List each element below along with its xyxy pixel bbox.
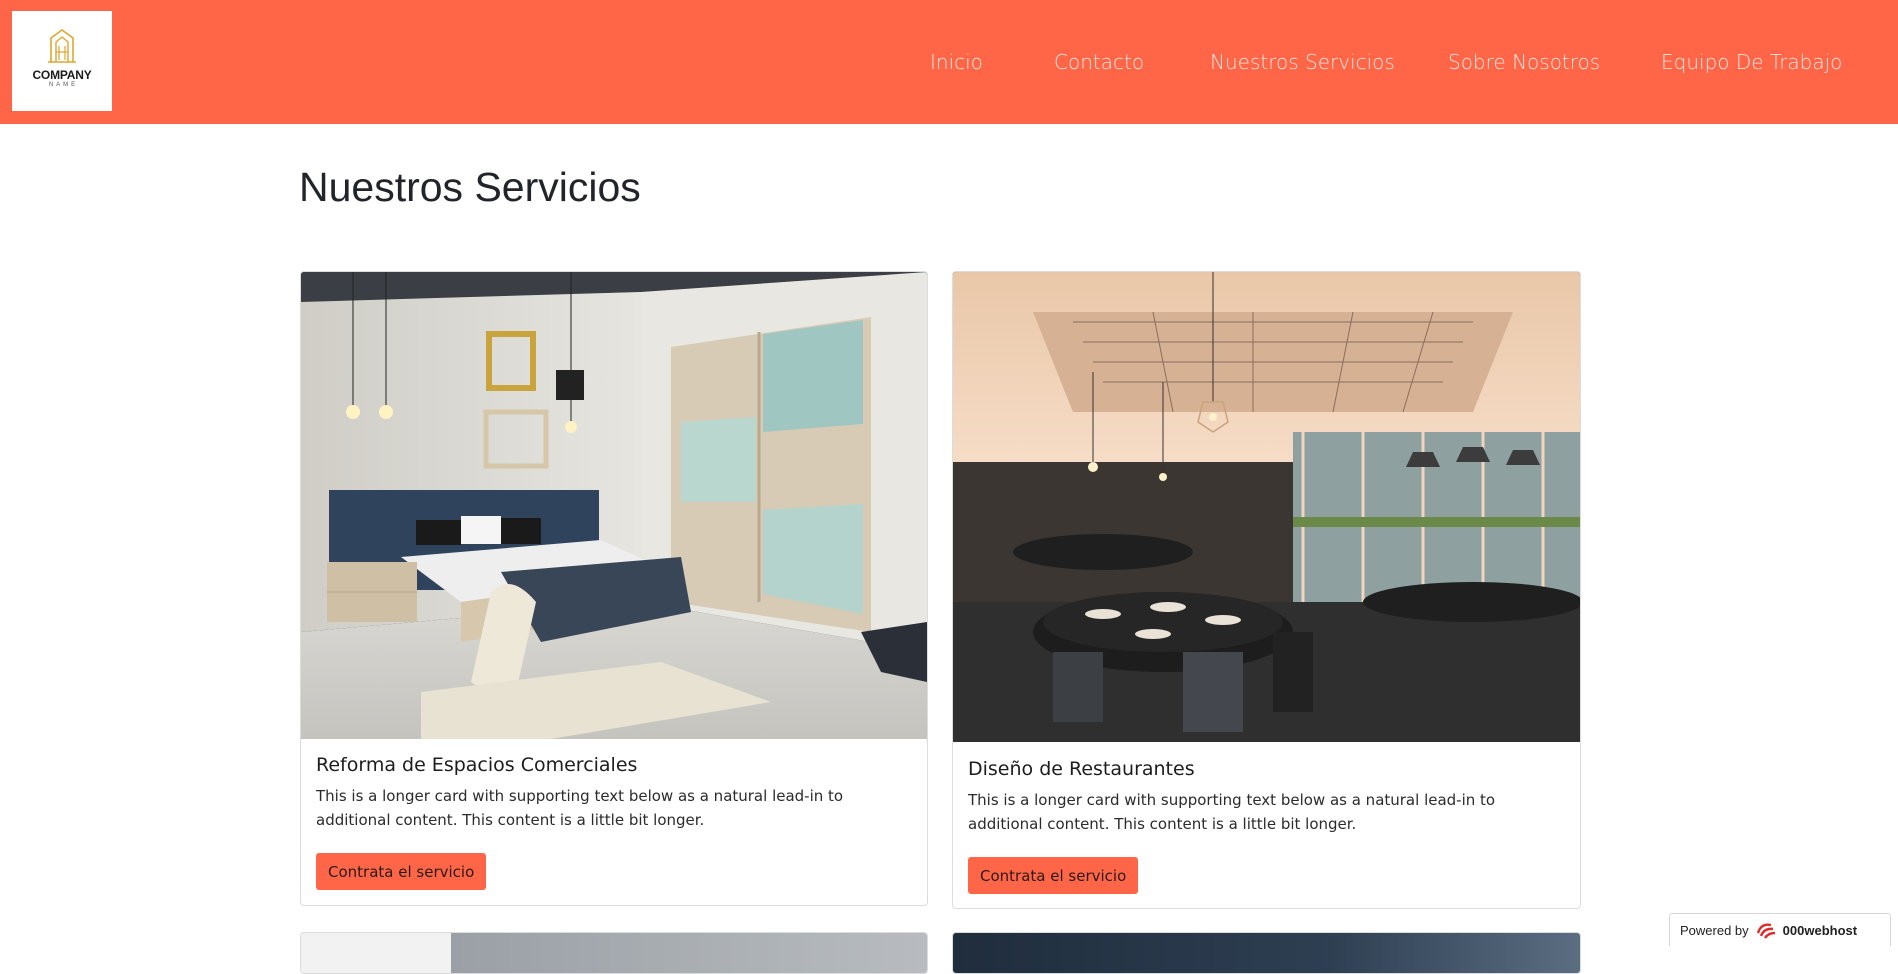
card-body: Diseño de Restaurantes This is a longer … [968,758,1565,894]
card-text: This is a longer card with supporting te… [968,791,1496,833]
page-title: Nuestros Servicios [299,164,641,210]
site-header: COMPANY NAME Inicio Contacto Nuestros Se… [0,0,1898,124]
service-card: Reforma de Espacios Comerciales This is … [300,271,928,906]
webhost-logo-icon [1756,923,1775,939]
powered-by-brand: 000webhost [1782,922,1858,938]
contract-service-button[interactable]: Contrata el servicio [968,857,1139,894]
restaurant-photo [953,272,1580,742]
nav-item-equipo-de-trabajo[interactable]: Equipo De Trabajo [1661,50,1842,74]
nav-item-nuestros-servicios[interactable]: Nuestros Servicios [1210,50,1395,74]
service-card: Diseño de Restaurantes This is a longer … [952,271,1581,909]
main-nav: Inicio Contacto Nuestros Servicios Sobre… [0,0,1898,124]
nav-item-inicio[interactable]: Inicio [930,50,983,74]
contract-service-button[interactable]: Contrata el servicio [316,853,487,890]
nav-item-contacto[interactable]: Contacto [1054,50,1144,74]
service-card-partial [300,932,928,974]
card-text: This is a longer card with supporting te… [316,787,844,829]
powered-by-label: Powered by [1680,922,1749,938]
card-image-partial [301,933,927,973]
card-body: Reforma de Espacios Comerciales This is … [316,754,912,890]
service-card-partial [952,932,1581,974]
powered-by-badge[interactable]: Powered by 000webhost [1669,913,1891,946]
card-image-partial [953,933,1580,973]
nav-item-sobre-nosotros[interactable]: Sobre Nosotros [1448,50,1600,74]
bedroom-photo [301,272,927,739]
card-title: Diseño de Restaurantes [968,758,1195,780]
card-title: Reforma de Espacios Comerciales [316,754,638,776]
